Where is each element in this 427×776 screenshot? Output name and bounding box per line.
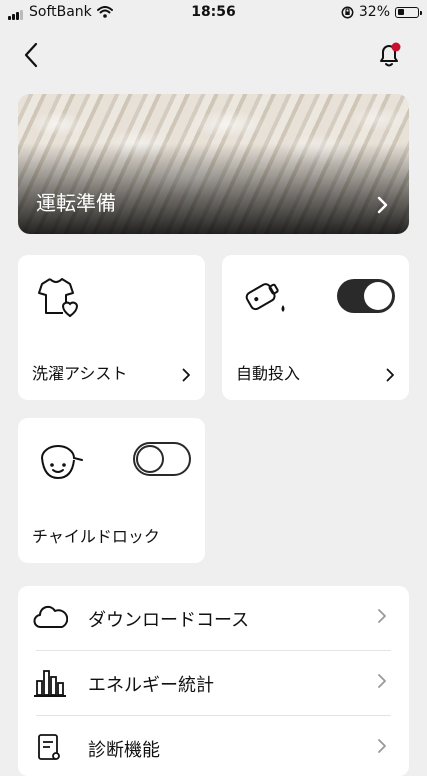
chevron-right-icon <box>378 739 386 753</box>
child-lock-label: チャイルドロック <box>32 527 160 546</box>
shirt-icon <box>38 278 79 318</box>
notification-dot <box>391 42 401 52</box>
operation-ready-banner[interactable]: 運転準備 <box>18 94 409 234</box>
chevron-right-icon <box>386 368 394 382</box>
detergent-icon <box>245 283 285 312</box>
feature-menu: ダウンロードコース エネルギー統計 診断機能 <box>18 586 409 776</box>
menu-item-download-course[interactable]: ダウンロードコース <box>18 586 409 650</box>
chevron-right-icon <box>378 609 386 623</box>
bell-icon <box>380 42 401 67</box>
menu-item-label: ダウンロードコース <box>88 610 250 631</box>
toggle-knob <box>136 445 164 473</box>
child-lock-card[interactable]: チャイルドロック <box>18 418 205 563</box>
banner-title: 運転準備 <box>36 191 116 215</box>
toggle-knob <box>364 282 392 310</box>
auto-dose-card[interactable]: 自動投入 <box>222 255 409 400</box>
bar-chart-icon <box>34 670 66 697</box>
top-bar <box>0 26 427 86</box>
menu-item-energy-stats[interactable]: エネルギー統計 <box>18 651 409 715</box>
chevron-right-icon <box>377 196 388 214</box>
back-button[interactable] <box>18 40 46 70</box>
orientation-lock-icon <box>341 6 354 18</box>
menu-item-label: 診断機能 <box>88 740 160 761</box>
wash-assist-label: 洗濯アシスト <box>32 364 128 383</box>
menu-item-label: エネルギー統計 <box>88 675 214 696</box>
status-right: 32% <box>341 4 422 20</box>
child-face-icon <box>41 445 83 480</box>
auto-dose-toggle[interactable] <box>337 279 395 313</box>
cloud-icon <box>33 605 68 628</box>
wash-assist-card[interactable]: 洗濯アシスト <box>18 255 205 400</box>
battery-percent: 32% <box>358 4 390 20</box>
chevron-right-icon <box>378 674 386 688</box>
menu-item-diagnosis[interactable]: 診断機能 <box>18 716 409 776</box>
notifications-button[interactable] <box>375 40 403 70</box>
chevron-left-icon <box>24 42 38 68</box>
chevron-right-icon <box>182 368 190 382</box>
child-lock-toggle[interactable] <box>133 442 191 476</box>
auto-dose-label: 自動投入 <box>236 364 301 383</box>
status-bar: SoftBank 18:56 32% <box>0 0 427 26</box>
battery-icon <box>395 6 422 18</box>
diagnosis-icon <box>38 734 60 760</box>
